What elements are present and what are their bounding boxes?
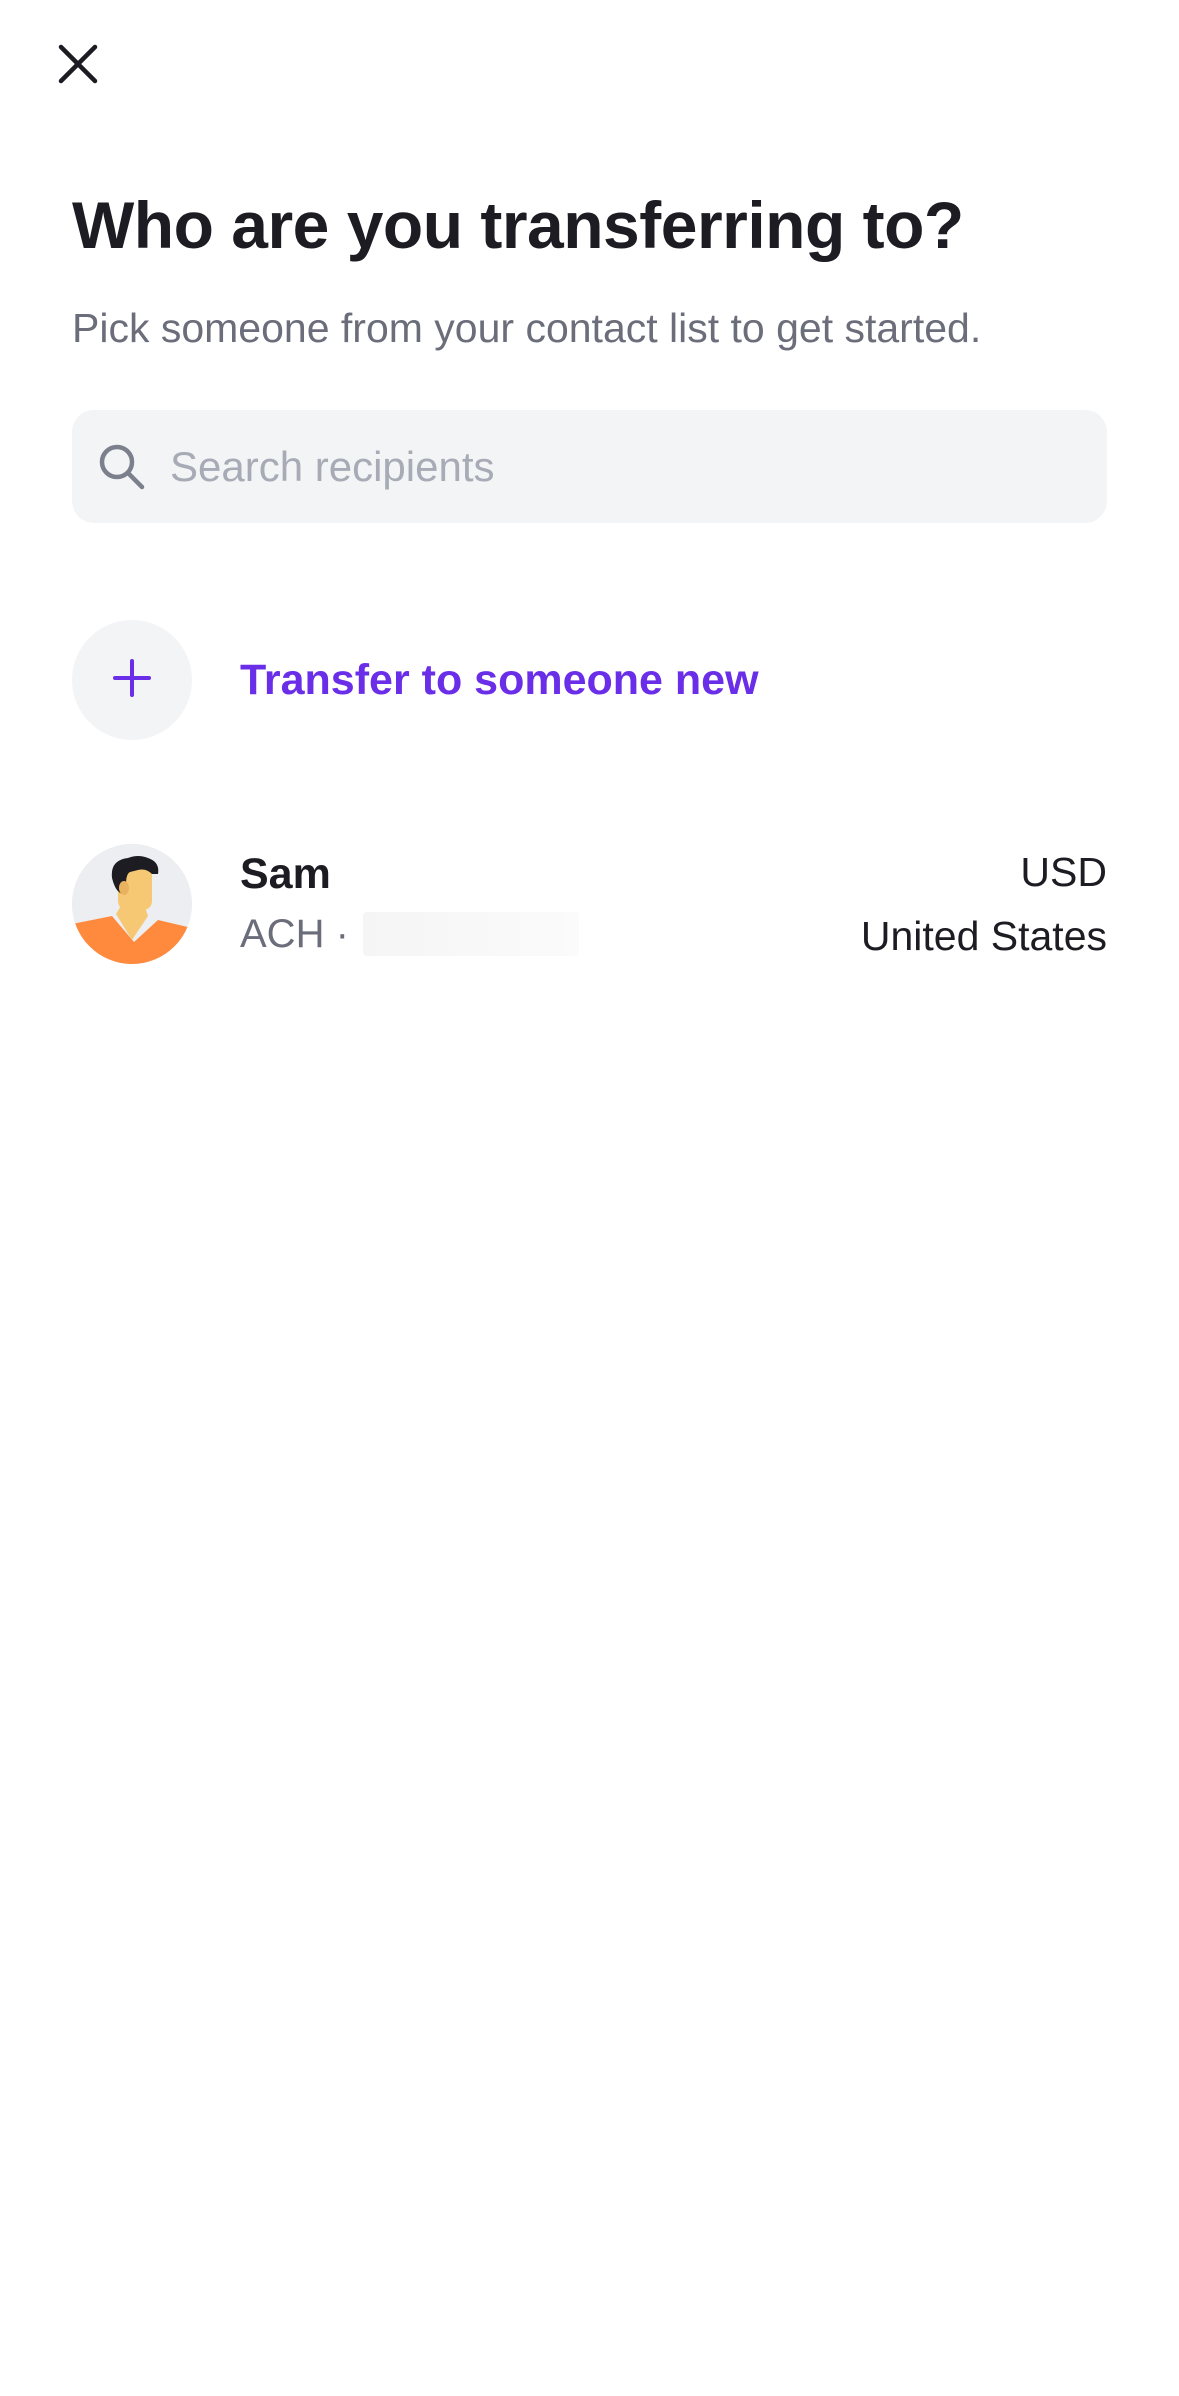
recipient-meta: USD United States — [861, 840, 1107, 968]
plus-icon — [112, 658, 152, 703]
person-avatar-icon — [72, 844, 192, 964]
search-icon — [94, 439, 150, 495]
plus-icon-circle — [72, 620, 192, 740]
search-bar[interactable] — [72, 409, 1107, 524]
recipient-country: United States — [860, 913, 1107, 959]
close-icon — [57, 43, 99, 90]
page-subtitle: Pick someone from your contact list to g… — [72, 305, 982, 351]
recipient-method-label: ACH · — [240, 912, 349, 956]
close-button[interactable] — [48, 36, 108, 96]
recipient-row[interactable]: Sam ACH · USD United States — [72, 842, 1107, 966]
transfer-to-someone-new-button[interactable]: Transfer to someone new — [72, 620, 1107, 740]
search-input[interactable] — [168, 409, 1107, 524]
page-title: Who are you transferring to? — [72, 188, 964, 262]
transfer-to-someone-new-label: Transfer to someone new — [240, 655, 759, 704]
recipient-name: Sam — [240, 850, 331, 898]
avatar — [72, 844, 192, 964]
recipient-currency: USD — [1020, 849, 1107, 895]
recipient-info: Sam ACH · — [240, 844, 861, 964]
redacted-account-number — [362, 912, 579, 956]
recipient-method: ACH · — [240, 904, 861, 964]
